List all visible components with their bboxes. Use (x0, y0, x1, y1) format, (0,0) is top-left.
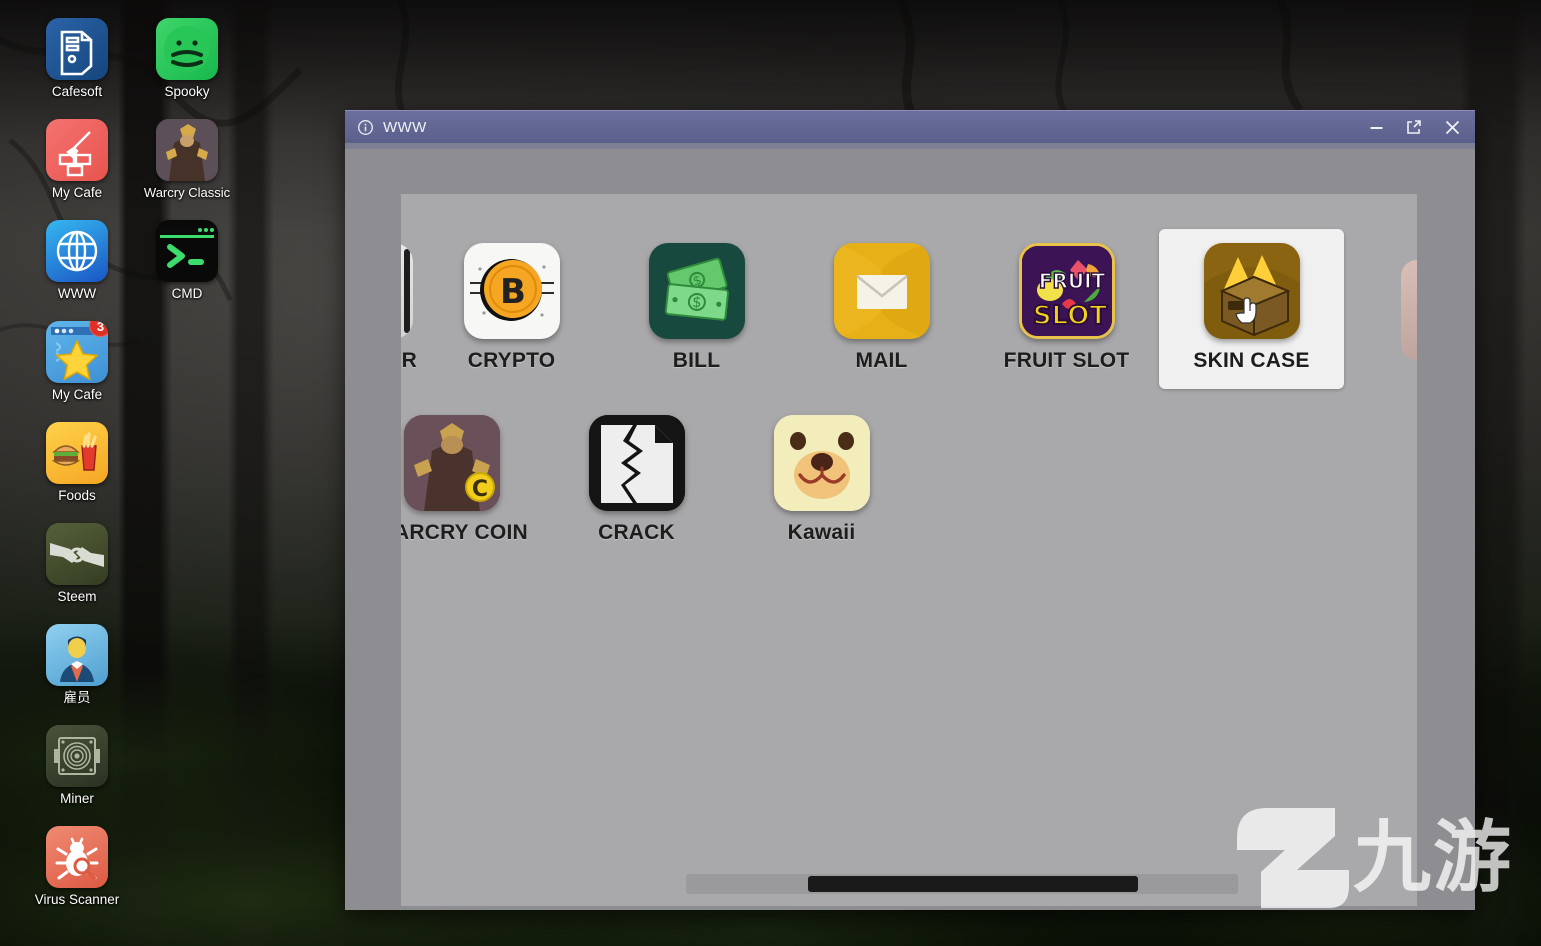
window-title: WWW (383, 118, 427, 136)
desktop-icon-label: My Cafe (51, 185, 103, 200)
cracked-file-icon (588, 415, 685, 511)
desktop: Cafesoft Spooky My Cafe Warcry Classic W… (0, 0, 1541, 946)
envelope-icon (833, 243, 930, 339)
svg-text:C: C (471, 477, 487, 502)
app-label: SKIN CASE (1193, 349, 1310, 372)
app-item-fruit-slot[interactable]: FRUIT SLOT FRUIT SLOT (974, 229, 1159, 389)
desktop-icon-steem[interactable]: Steem (22, 523, 132, 604)
www-window: WWW R B CRYPTO $ $ BILL MAIL FRUIT SLOT … (345, 110, 1475, 910)
desktop-icon-virus-scanner[interactable]: Virus Scanner (22, 826, 132, 907)
desktop-icon-warcry-classic[interactable]: Warcry Classic (132, 119, 242, 200)
app-item-mail[interactable]: MAIL (789, 229, 974, 389)
info-circle-icon (358, 119, 373, 135)
warcry-coin-icon: C (403, 415, 500, 511)
cpu-fan-icon (46, 725, 108, 787)
app-item-clipped-left[interactable]: R (401, 229, 419, 389)
bitcoin-coin-icon: B (463, 243, 560, 339)
app-item-crack[interactable]: CRACK (544, 401, 729, 561)
desktop-icon-label: My Cafe (51, 387, 103, 402)
app-item-bill[interactable]: $ $ BILL (604, 229, 789, 389)
horizontal-scrollbar[interactable] (686, 874, 1238, 894)
app-label: WARCRY COIN (401, 521, 528, 544)
desktop-icon-foods[interactable]: Foods (22, 422, 132, 503)
app-label: CRACK (598, 521, 675, 544)
app-item-kawaii[interactable]: Kawaii (729, 401, 914, 561)
app-label: CRYPTO (467, 349, 556, 372)
clipped-app-label: R (401, 349, 417, 372)
desktop-icon-label: CMD (171, 286, 203, 301)
svg-text:FRUIT: FRUIT (1038, 269, 1105, 293)
svg-text:SLOT: SLOT (1032, 301, 1106, 331)
warrior-portrait-icon (156, 119, 218, 181)
app-label: MAIL (855, 349, 908, 372)
desktop-icon-label: Foods (58, 488, 96, 503)
desktop-icon-label: Virus Scanner (34, 892, 120, 907)
app-label: BILL (672, 349, 721, 372)
globe-icon (46, 220, 108, 282)
app-item-clipped-right[interactable] (1401, 260, 1417, 360)
app-label: FRUIT SLOT (1003, 349, 1130, 372)
app-item-crypto[interactable]: B CRYPTO (419, 229, 604, 389)
weapon-crate-icon (1203, 243, 1300, 339)
desktop-icon-column: Cafesoft Spooky My Cafe Warcry Classic W… (0, 0, 230, 946)
employee-person-icon (46, 624, 108, 686)
desktop-icon-label: Cafesoft (51, 84, 103, 99)
desktop-icon-my-cafe-star[interactable]: 3 My Cafe (22, 321, 132, 402)
desktop-icon-label: Miner (60, 791, 94, 806)
bug-magnifier-icon (46, 826, 108, 888)
desktop-icon-www[interactable]: WWW (22, 220, 132, 301)
burger-fries-icon (46, 422, 108, 484)
close-button[interactable] (1433, 112, 1471, 143)
scrollbar-thumb[interactable] (808, 876, 1138, 892)
app-label: Kawaii (787, 521, 856, 544)
desktop-icon-miner[interactable]: Miner (22, 725, 132, 806)
desktop-icon-employee[interactable]: 雇员 (22, 624, 132, 705)
app-item-skin-case[interactable]: SKIN CASE (1159, 229, 1344, 389)
app-grid: R B CRYPTO $ $ BILL MAIL FRUIT SLOT FRUI… (401, 229, 1417, 573)
dollar-bills-icon: $ $ (648, 243, 745, 339)
desktop-icon-cafesoft[interactable]: Cafesoft (22, 18, 132, 99)
desktop-icon-label: Warcry Classic (143, 185, 231, 200)
fruit-slot-machine-icon: FRUIT SLOT (1018, 243, 1115, 339)
desktop-icon-my-cafe-paint[interactable]: My Cafe (22, 119, 132, 200)
window-body: R B CRYPTO $ $ BILL MAIL FRUIT SLOT FRUI… (345, 149, 1475, 910)
bear-face-icon (773, 415, 870, 511)
maximize-button[interactable] (1395, 112, 1433, 143)
desktop-icon-label: 雇员 (63, 690, 91, 705)
app-item-warcry-coin[interactable]: C WARCRY COIN (401, 401, 544, 561)
window-titlebar[interactable]: WWW (345, 110, 1475, 143)
star-window-icon: 3 (46, 321, 108, 383)
handshake-icon (46, 523, 108, 585)
app-browser-pane: R B CRYPTO $ $ BILL MAIL FRUIT SLOT FRUI… (401, 194, 1417, 906)
paint-brush-bricks-icon (46, 119, 108, 181)
spooky-face-icon (156, 18, 218, 80)
minimize-button[interactable] (1357, 112, 1395, 143)
desktop-icon-label: Spooky (164, 84, 210, 99)
clipped-app-icon (401, 243, 413, 339)
desktop-icon-label: WWW (57, 286, 97, 301)
svg-text:$: $ (691, 293, 702, 312)
terminal-prompt-icon (156, 220, 218, 282)
desktop-tower-icon (46, 18, 108, 80)
desktop-icon-spooky[interactable]: Spooky (132, 18, 242, 99)
desktop-icon-cmd[interactable]: CMD (132, 220, 242, 301)
desktop-icon-label: Steem (57, 589, 97, 604)
svg-text:B: B (500, 272, 526, 312)
